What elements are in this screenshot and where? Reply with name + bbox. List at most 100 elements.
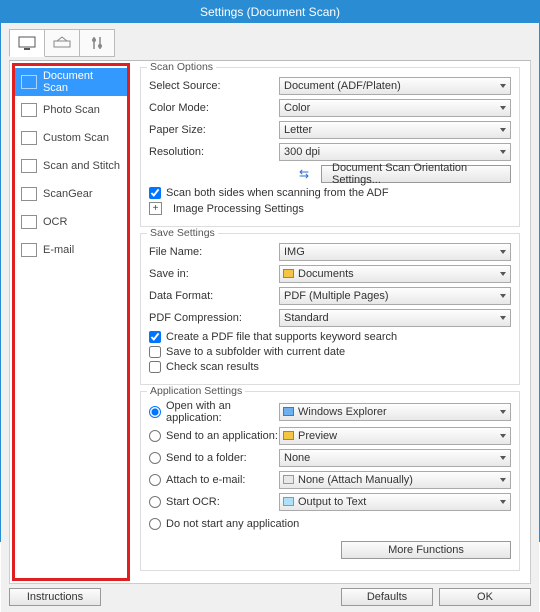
- sidebar-item-ocr[interactable]: OCR: [15, 208, 127, 236]
- plus-icon: +: [149, 202, 162, 215]
- select-colormode[interactable]: Color: [279, 99, 511, 117]
- checkbox[interactable]: [149, 187, 161, 199]
- button-label: Defaults: [367, 591, 407, 603]
- checkbox[interactable]: [149, 331, 161, 343]
- select-sendapp[interactable]: Preview: [279, 427, 511, 445]
- top-tabs: [9, 29, 531, 57]
- defaults-button[interactable]: Defaults: [341, 588, 433, 606]
- app-icon: [283, 407, 294, 416]
- save-settings-section: Save Settings File Name:IMG Save in:Docu…: [140, 233, 520, 385]
- sidebar-item-document-scan[interactable]: Document Scan: [15, 68, 127, 96]
- label-source: Select Source:: [149, 80, 279, 92]
- photo-scan-icon: [21, 103, 37, 117]
- scangear-icon: [21, 187, 37, 201]
- select-savein[interactable]: Documents: [279, 265, 511, 283]
- more-functions-button[interactable]: More Functions: [341, 541, 511, 559]
- radio-donot[interactable]: Do not start any application: [149, 518, 299, 530]
- sidebar: Document Scan Photo Scan Custom Scan Sca…: [12, 63, 130, 581]
- radio-sendfolder[interactable]: Send to a folder:: [149, 452, 279, 464]
- sidebar-item-label: Document Scan: [43, 70, 121, 94]
- orientation-settings-button[interactable]: Document Scan Orientation Settings...: [321, 165, 511, 183]
- combo-value: Standard: [284, 312, 329, 324]
- instructions-button[interactable]: Instructions: [9, 588, 101, 606]
- tab-scanner[interactable]: [44, 29, 80, 57]
- select-ocr[interactable]: Output to Text: [279, 493, 511, 511]
- label-papersize: Paper Size:: [149, 124, 279, 136]
- radio[interactable]: [149, 496, 161, 508]
- content-area: Document Scan Photo Scan Custom Scan Sca…: [1, 23, 539, 612]
- select-pdfcomp[interactable]: Standard: [279, 309, 511, 327]
- sidebar-item-label: Photo Scan: [43, 104, 100, 116]
- select-source[interactable]: Document (ADF/Platen): [279, 77, 511, 95]
- label-savein: Save in:: [149, 268, 279, 280]
- check-results[interactable]: Check scan results: [149, 361, 511, 373]
- check-bothsides[interactable]: Scan both sides when scanning from the A…: [149, 187, 511, 199]
- radio[interactable]: [149, 406, 161, 418]
- sidebar-item-scan-stitch[interactable]: Scan and Stitch: [15, 152, 127, 180]
- select-resolution[interactable]: 300 dpi: [279, 143, 511, 161]
- custom-scan-icon: [21, 131, 37, 145]
- combo-value: Preview: [298, 430, 337, 442]
- monitor-icon: [17, 35, 37, 51]
- radio-attach[interactable]: Attach to e-mail:: [149, 474, 279, 486]
- sidebar-item-label: Scan and Stitch: [43, 160, 120, 172]
- combo-value: IMG: [284, 246, 305, 258]
- main-panel: Document Scan Photo Scan Custom Scan Sca…: [9, 60, 531, 584]
- sidebar-item-photo-scan[interactable]: Photo Scan: [15, 96, 127, 124]
- check-keyword[interactable]: Create a PDF file that supports keyword …: [149, 331, 511, 343]
- sidebar-item-scangear[interactable]: ScanGear: [15, 180, 127, 208]
- check-label: Check scan results: [166, 361, 259, 373]
- window-title: Settings (Document Scan): [1, 1, 539, 23]
- button-label: OK: [477, 591, 493, 603]
- radio[interactable]: [149, 474, 161, 486]
- tab-scan[interactable]: [9, 29, 45, 57]
- combo-value: 300 dpi: [284, 146, 320, 158]
- radio[interactable]: [149, 518, 161, 530]
- app-settings-section: Application Settings Open with an applic…: [140, 391, 520, 571]
- button-label: More Functions: [388, 544, 464, 556]
- radio[interactable]: [149, 452, 161, 464]
- sidebar-item-email[interactable]: E-mail: [15, 236, 127, 264]
- select-dataformat[interactable]: PDF (Multiple Pages): [279, 287, 511, 305]
- check-label: Save to a subfolder with current date: [166, 346, 345, 358]
- select-sendfolder[interactable]: None: [279, 449, 511, 467]
- ocr-icon: [21, 215, 37, 229]
- folder-icon: [283, 269, 294, 278]
- radio-label: Open with an application:: [166, 400, 279, 424]
- combo-value: None: [284, 452, 310, 464]
- checkbox[interactable]: [149, 346, 161, 358]
- combo-value: Color: [284, 102, 310, 114]
- select-openwith[interactable]: Windows Explorer: [279, 403, 511, 421]
- folder-icon: [283, 431, 294, 440]
- radio-label: Do not start any application: [166, 518, 299, 530]
- expand-label: Image Processing Settings: [173, 203, 304, 215]
- tools-icon: [87, 35, 107, 51]
- ok-button[interactable]: OK: [439, 588, 531, 606]
- select-attach[interactable]: None (Attach Manually): [279, 471, 511, 489]
- sidebar-item-custom-scan[interactable]: Custom Scan: [15, 124, 127, 152]
- select-papersize[interactable]: Letter: [279, 121, 511, 139]
- input-filename[interactable]: IMG: [279, 243, 511, 261]
- section-title: Save Settings: [147, 227, 218, 239]
- radio-openwith[interactable]: Open with an application:: [149, 400, 279, 424]
- checkbox[interactable]: [149, 361, 161, 373]
- label-dataformat: Data Format:: [149, 290, 279, 302]
- image-processing-expand[interactable]: + Image Processing Settings: [149, 202, 511, 215]
- label-resolution: Resolution:: [149, 146, 279, 158]
- check-subfolder[interactable]: Save to a subfolder with current date: [149, 346, 511, 358]
- scanner-icon: [52, 35, 72, 51]
- tab-tools[interactable]: [79, 29, 115, 57]
- radio-label: Send to an application:: [166, 430, 278, 442]
- button-label: Instructions: [27, 591, 83, 603]
- radio-sendapp[interactable]: Send to an application:: [149, 430, 279, 442]
- check-label: Create a PDF file that supports keyword …: [166, 331, 397, 343]
- radio-label: Send to a folder:: [166, 452, 247, 464]
- radio-ocr[interactable]: Start OCR:: [149, 496, 279, 508]
- check-label: Scan both sides when scanning from the A…: [166, 187, 389, 199]
- sidebar-item-label: E-mail: [43, 244, 74, 256]
- radio[interactable]: [149, 430, 161, 442]
- swap-icon: ⇆: [299, 167, 315, 181]
- settings-window: Settings (Document Scan) Document Scan P…: [0, 0, 540, 542]
- label-filename: File Name:: [149, 246, 279, 258]
- combo-value: Windows Explorer: [298, 406, 387, 418]
